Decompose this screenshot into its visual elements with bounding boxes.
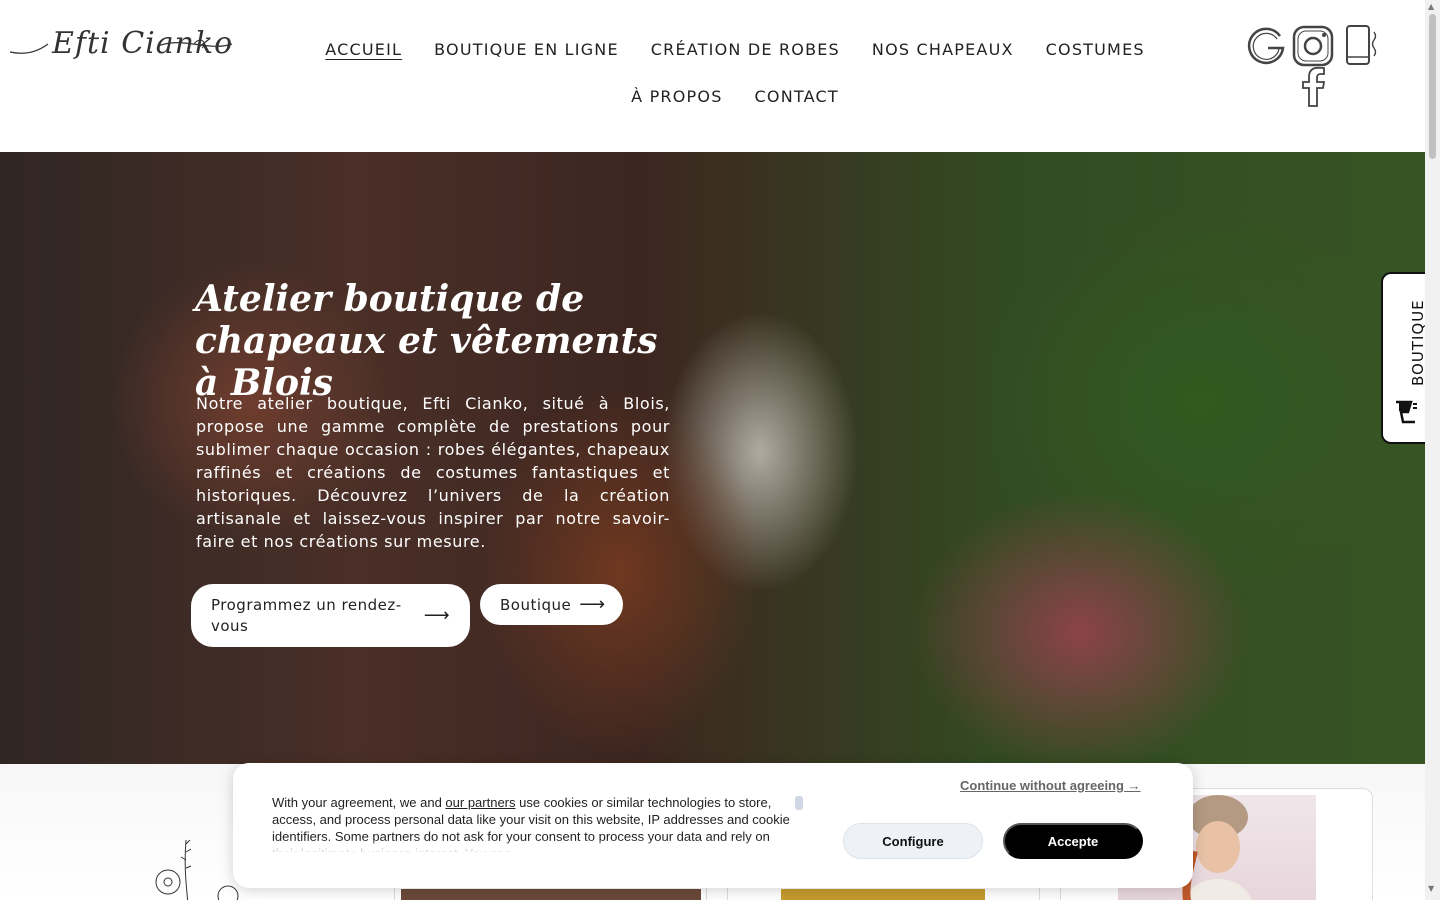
scrollbar-thumb[interactable] bbox=[1429, 14, 1436, 159]
hero-section: Atelier boutique de chapeaux et vêtement… bbox=[0, 152, 1425, 764]
configure-button[interactable]: Configure bbox=[843, 823, 983, 859]
page-scrollbar[interactable]: ▲ ▼ bbox=[1425, 0, 1440, 900]
shop-icon bbox=[1393, 398, 1419, 426]
continue-without-agreeing-link[interactable]: Continue without agreeing → bbox=[960, 778, 1141, 793]
card-image bbox=[781, 889, 985, 900]
scroll-up-arrow-icon[interactable]: ▲ bbox=[1428, 2, 1434, 11]
cookie-text-fade bbox=[272, 839, 792, 853]
social-links bbox=[1244, 24, 1384, 114]
accept-button[interactable]: Accepte bbox=[1003, 823, 1143, 859]
partners-link[interactable]: our partners bbox=[445, 795, 515, 810]
logo[interactable]: Efti Cianko bbox=[8, 22, 234, 72]
card-image bbox=[401, 889, 701, 900]
nav-boutique-en-ligne[interactable]: BOUTIQUE EN LIGNE bbox=[418, 38, 635, 61]
appointment-button[interactable]: Programmez un rendez-vous ⟶ bbox=[191, 584, 470, 647]
logo-text: Efti Cianko bbox=[52, 26, 234, 61]
nav-costumes[interactable]: COSTUMES bbox=[1030, 38, 1161, 61]
boutique-side-tab[interactable]: BOUTIQUE bbox=[1381, 272, 1427, 444]
boutique-button[interactable]: Boutique ⟶ bbox=[480, 584, 623, 625]
nav-a-propos[interactable]: À PROPOS bbox=[615, 85, 738, 108]
facebook-icon[interactable] bbox=[1300, 66, 1328, 112]
cookie-banner: Continue without agreeing → With your ag… bbox=[233, 763, 1193, 888]
scroll-down-arrow-icon[interactable]: ▼ bbox=[1428, 884, 1434, 893]
main-nav: ACCUEIL BOUTIQUE EN LIGNE CRÉATION DE RO… bbox=[300, 38, 1170, 108]
nav-nos-chapeaux[interactable]: NOS CHAPEAUX bbox=[856, 38, 1030, 61]
instagram-icon[interactable] bbox=[1291, 24, 1335, 72]
cookie-text-scrollbar[interactable] bbox=[795, 796, 803, 810]
arrow-right-icon: ⟶ bbox=[423, 605, 450, 626]
google-icon[interactable] bbox=[1244, 24, 1288, 72]
nav-accueil[interactable]: ACCUEIL bbox=[309, 38, 418, 61]
nav-creation-de-robes[interactable]: CRÉATION DE ROBES bbox=[635, 38, 856, 61]
appointment-button-label: Programmez un rendez-vous bbox=[211, 595, 402, 635]
arrow-right-icon: ⟶ bbox=[579, 594, 606, 615]
boutique-button-label: Boutique bbox=[500, 595, 572, 614]
nav-contact[interactable]: CONTACT bbox=[739, 85, 855, 108]
cookie-text-part: With your agreement, we and bbox=[272, 795, 446, 810]
hero-description: Notre atelier boutique, Efti Cianko, sit… bbox=[196, 394, 670, 551]
site-header: Efti Cianko ACCUEIL BOUTIQUE EN LIGNE CR… bbox=[0, 0, 1425, 152]
phone-icon[interactable] bbox=[1342, 24, 1382, 72]
hero-title: Atelier boutique de chapeaux et vêtement… bbox=[195, 278, 658, 404]
